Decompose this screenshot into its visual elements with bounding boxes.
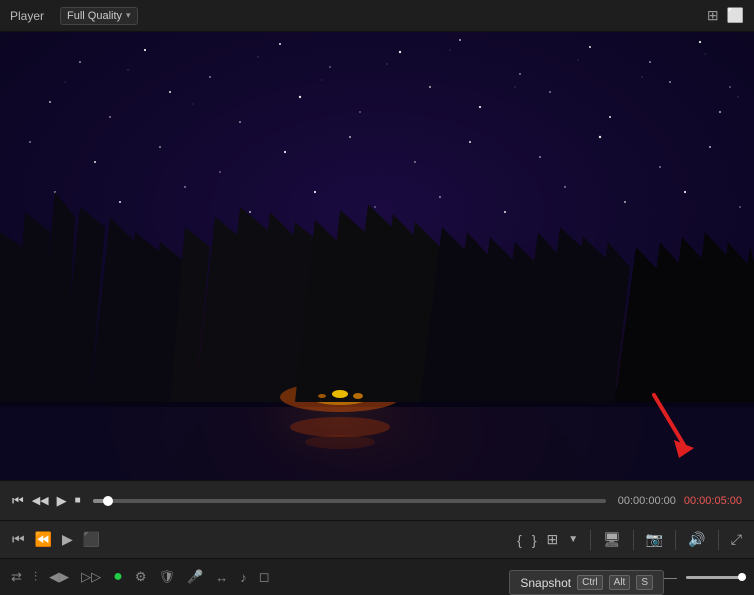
progress-thumb[interactable] <box>103 496 113 506</box>
kbd-ctrl: Ctrl <box>577 575 603 590</box>
snapshot-label: Snapshot <box>520 576 571 590</box>
progress-track[interactable] <box>93 499 606 503</box>
step-back-ctrl-icon[interactable]: ⏪ <box>35 531 52 548</box>
time-end: 00:00:05:00 <box>684 495 742 507</box>
time-current: 00:00:00:00 <box>618 495 676 507</box>
clip-nav-icon[interactable]: ◀▶ <box>46 567 72 587</box>
separator2 <box>633 530 634 550</box>
separator4 <box>718 530 719 550</box>
volume-slider[interactable] <box>686 576 746 579</box>
stop-ctrl-icon[interactable]: ⬛ <box>83 531 100 548</box>
quality-label: Full Quality <box>67 10 122 22</box>
rect-icon[interactable]: ◻ <box>256 567 273 587</box>
play-button[interactable]: ▶ <box>57 493 67 509</box>
app-title: Player <box>10 9 44 23</box>
rewind-button[interactable]: ⏮ <box>12 493 24 509</box>
playback-bar: ⏮ ◀◀ ▶ ■ 00:00:00:00 00:00:05:00 <box>0 480 754 520</box>
rewind-ctrl-icon[interactable]: ⏮ <box>12 531 25 548</box>
quality-dropdown[interactable]: Full Quality ▾ <box>60 7 138 25</box>
step-back-button[interactable]: ◀◀ <box>32 494 49 507</box>
settings-icon[interactable]: ⚙ <box>132 567 150 587</box>
waveform-icon[interactable]: ⫶ <box>31 567 40 587</box>
camera-icon[interactable]: 📷 <box>646 531 663 548</box>
volume-fill <box>686 576 746 579</box>
clip-down-icon[interactable]: ▼ <box>568 534 578 545</box>
video-area <box>0 32 754 480</box>
separator <box>590 530 591 550</box>
screen-icon[interactable]: 🖥 <box>603 531 621 548</box>
shield-icon[interactable]: 🛡 <box>155 567 178 587</box>
status-icon[interactable]: ● <box>110 566 126 588</box>
play-ctrl-icon[interactable]: ▶ <box>62 531 73 548</box>
title-bar-icons: ⊞ ⬜ <box>707 7 744 24</box>
fast-fwd-icon[interactable]: ▷▷ <box>78 567 104 587</box>
image-icon[interactable]: ⬜ <box>727 7 744 24</box>
volume-thumb[interactable] <box>738 573 746 581</box>
chevron-down-icon: ▾ <box>126 10 131 21</box>
bracket-close-icon[interactable]: } <box>532 532 537 548</box>
separator3 <box>675 530 676 550</box>
music-icon[interactable]: ♪ <box>237 568 250 587</box>
controls-bar: ⏮ ⏪ ▶ ⬛ { } ⊞ ▼ 🖥 📷 🔊 ⤢ <box>0 520 754 558</box>
grid-icon[interactable]: ⊞ <box>707 7 719 24</box>
expand-icon[interactable]: ⤢ <box>731 531 742 548</box>
kbd-s: S <box>636 575 653 590</box>
video-background <box>0 32 754 480</box>
title-bar: Player Full Quality ▾ ⊞ ⬜ <box>0 0 754 32</box>
swap2-icon[interactable]: ↔ <box>212 568 231 587</box>
kbd-alt: Alt <box>609 575 631 590</box>
stop-button[interactable]: ■ <box>75 495 81 506</box>
mic-icon[interactable]: 🎤 <box>184 567 206 587</box>
volume-icon[interactable]: 🔊 <box>688 531 705 548</box>
clip-icon[interactable]: ⊞ <box>547 531 559 548</box>
snapshot-tooltip: Snapshot Ctrl Alt S <box>509 570 664 595</box>
swap-icon[interactable]: ⇄ <box>8 567 25 587</box>
bottom-bar: ⇄ ⫶ ◀▶ ▷▷ ● ⚙ 🛡 🎤 ↔ ♪ ◻ — Snapshot Ctrl … <box>0 558 754 595</box>
bracket-open-icon[interactable]: { <box>517 532 522 548</box>
